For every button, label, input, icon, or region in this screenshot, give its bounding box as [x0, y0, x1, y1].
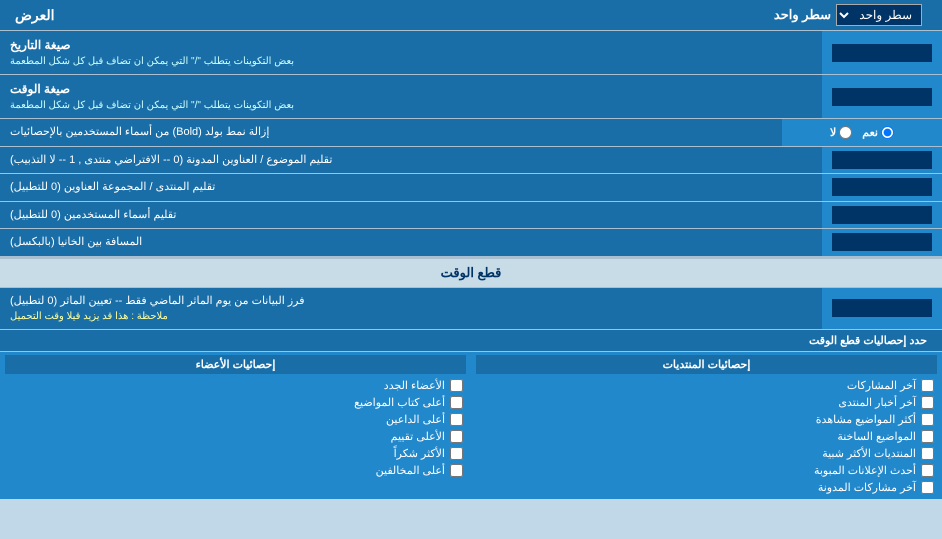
checkbox-col-forums: إحصائيات المنتديات آخر المشاركات آخر أخب… — [471, 352, 942, 499]
time-cut-input[interactable]: 0 — [832, 299, 932, 317]
list-item: أحدث الإعلانات المبوبة — [476, 462, 937, 479]
header-row: سطر واحدسطرينثلاثة أسطر سطر واحد العرض — [0, 0, 942, 31]
bold-remove-label: إزالة نمط بولد (Bold) من أسماء المستخدمي… — [10, 124, 269, 141]
radio-yes-text: نعم — [862, 126, 878, 139]
list-item: المنتديات الأكثر شبية — [476, 445, 937, 462]
checkbox-most-thanks-label: الأكثر شكراً — [394, 447, 445, 460]
list-item: أكثر المواضيع مشاهدة — [476, 411, 937, 428]
usernames-trim-row: 0 تقليم أسماء المستخدمين (0 للتطبيل) — [0, 202, 942, 230]
list-item: الأعلى تقييم — [5, 428, 466, 445]
date-format-label: صيغة التاريخ — [10, 36, 71, 54]
list-item: أعلى المخالفين — [5, 462, 466, 479]
time-cut-label: فرز البيانات من يوم الماثر الماضي فقط --… — [10, 293, 304, 310]
time-format-row: H:i صيغة الوقت بعض التكوينات يتطلب "/" ا… — [0, 75, 942, 119]
checkbox-most-viewed[interactable] — [921, 413, 934, 426]
gap-label: المسافة بين الخانيا (بالبكسل) — [10, 234, 142, 251]
forum-trim-label: تقليم المنتدى / المجموعة العناوين (0 للت… — [10, 179, 215, 196]
list-item: آخر المشاركات — [476, 377, 937, 394]
radio-no-label: لا — [830, 126, 852, 139]
radio-yes-label: نعم — [862, 126, 894, 139]
checkbox-latest-posts[interactable] — [921, 379, 934, 392]
checkbox-top-inviters[interactable] — [450, 413, 463, 426]
checkbox-most-thanks[interactable] — [450, 447, 463, 460]
checkbox-top-rated[interactable] — [450, 430, 463, 443]
time-cut-header: قطع الوقت — [0, 257, 942, 288]
forum-title-trim-row: 33 تقليم الموضوع / العناوين المدونة (0 -… — [0, 147, 942, 175]
usernames-trim-label: تقليم أسماء المستخدمين (0 للتطبيل) — [10, 207, 176, 224]
usernames-trim-input[interactable]: 0 — [832, 206, 932, 224]
radio-no-input[interactable] — [839, 126, 852, 139]
forum-title-trim-label: تقليم الموضوع / العناوين المدونة (0 -- ا… — [10, 152, 332, 169]
date-format-row: d-m صيغة التاريخ بعض التكوينات يتطلب "/"… — [0, 31, 942, 75]
checkbox-top-posters[interactable] — [450, 396, 463, 409]
time-format-input[interactable]: H:i — [832, 88, 932, 106]
main-container: سطر واحدسطرينثلاثة أسطر سطر واحد العرض d… — [0, 0, 942, 499]
list-item: أعلى الداعين — [5, 411, 466, 428]
col-forums-header: إحصائيات المنتديات — [476, 355, 937, 374]
header-select-label: سطر واحد — [774, 5, 831, 25]
checkbox-top-rated-label: الأعلى تقييم — [391, 430, 445, 443]
checkbox-new-members[interactable] — [450, 379, 463, 392]
time-cut-row: 0 فرز البيانات من يوم الماثر الماضي فقط … — [0, 288, 942, 331]
display-select[interactable]: سطر واحدسطرينثلاثة أسطر — [836, 4, 922, 26]
checkbox-most-viewed-label: أكثر المواضيع مشاهدة — [816, 413, 916, 426]
radio-no-text: لا — [830, 126, 836, 139]
checkbox-latest-ads-label: أحدث الإعلانات المبوبة — [814, 464, 916, 477]
list-item: المواضيع الساخنة — [476, 428, 937, 445]
gap-input[interactable]: 2 — [832, 233, 932, 251]
list-item: الأعضاء الجدد — [5, 377, 466, 394]
checkbox-most-forums-label: المنتديات الأكثر شبية — [822, 447, 916, 460]
stats-label: حدد إحصاليات قطع الوقت — [0, 330, 942, 352]
checkbox-grid: إحصائيات المنتديات آخر المشاركات آخر أخب… — [0, 352, 942, 499]
checkbox-latest-ads[interactable] — [921, 464, 934, 477]
date-format-input[interactable]: d-m — [832, 44, 932, 62]
checkbox-forum-news[interactable] — [921, 396, 934, 409]
checkbox-top-inviters-label: أعلى الداعين — [386, 413, 445, 426]
list-item: آخر مشاركات المدونة — [476, 479, 937, 496]
checkbox-hot-topics[interactable] — [921, 430, 934, 443]
date-format-sublabel: بعض التكوينات يتطلب "/" التي يمكن ان تضا… — [10, 54, 294, 69]
list-item: أعلى كتاب المواضيع — [5, 394, 466, 411]
col-members-header: إحصائيات الأعضاء — [5, 355, 466, 374]
checkbox-blog-posts-label: آخر مشاركات المدونة — [818, 481, 916, 494]
bold-remove-row: نعم لا إزالة نمط بولد (Bold) من أسماء ال… — [0, 119, 942, 147]
checkbox-top-warned-label: أعلى المخالفين — [376, 464, 445, 477]
time-cut-note: ملاحظة : هذا قد يزيد قيلا وقت التحميل — [10, 309, 168, 324]
checkbox-most-forums[interactable] — [921, 447, 934, 460]
list-item: الأكثر شكراً — [5, 445, 466, 462]
checkbox-forum-news-label: آخر أخبار المنتدى — [838, 396, 916, 409]
checkbox-top-warned[interactable] — [450, 464, 463, 477]
checkbox-top-posters-label: أعلى كتاب المواضيع — [354, 396, 445, 409]
checkbox-blog-posts[interactable] — [921, 481, 934, 494]
checkbox-col-members: إحصائيات الأعضاء الأعضاء الجدد أعلى كتاب… — [0, 352, 471, 499]
list-item: آخر أخبار المنتدى — [476, 394, 937, 411]
page-title: العرض — [15, 5, 55, 26]
forum-trim-input[interactable]: 33 — [832, 178, 932, 196]
time-format-label: صيغة الوقت — [10, 80, 70, 98]
radio-yes-input[interactable] — [881, 126, 894, 139]
gap-row: 2 المسافة بين الخانيا (بالبكسل) — [0, 229, 942, 257]
time-format-sublabel: بعض التكوينات يتطلب "/" التي يمكن ان تضا… — [10, 98, 294, 113]
forum-trim-row: 33 تقليم المنتدى / المجموعة العناوين (0 … — [0, 174, 942, 202]
checkboxes-area: حدد إحصاليات قطع الوقت إحصائيات المنتديا… — [0, 330, 942, 499]
checkbox-latest-posts-label: آخر المشاركات — [847, 379, 916, 392]
checkbox-hot-topics-label: المواضيع الساخنة — [837, 430, 916, 443]
checkbox-new-members-label: الأعضاء الجدد — [384, 379, 445, 392]
forum-title-trim-input[interactable]: 33 — [832, 151, 932, 169]
